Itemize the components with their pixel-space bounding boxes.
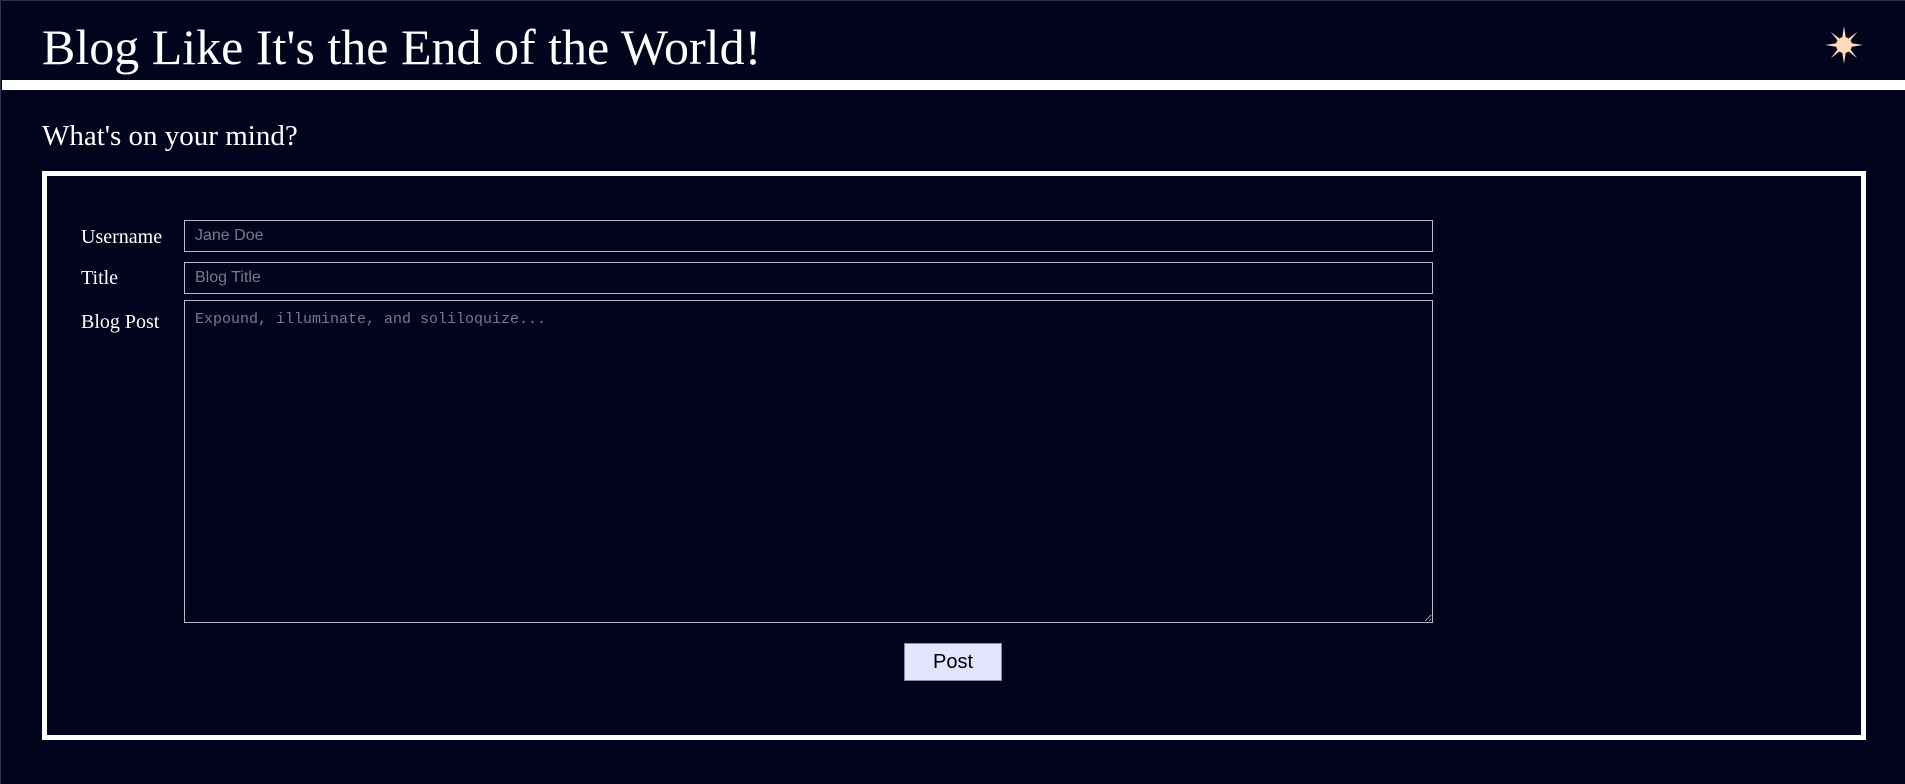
site-header: Blog Like It's the End of the World! <box>2 0 1905 90</box>
title-label: Title <box>81 267 119 289</box>
sun-icon <box>1825 26 1863 64</box>
blog-post-textarea[interactable] <box>184 300 1433 623</box>
username-label: Username <box>81 226 163 248</box>
title-input[interactable] <box>184 262 1433 294</box>
theme-toggle-button[interactable] <box>1824 25 1864 65</box>
username-input[interactable] <box>184 220 1433 252</box>
site-title: Blog Like It's the End of the World! <box>42 19 762 75</box>
blog-post-form: Username Title Blog Post Post <box>42 171 1866 740</box>
blog-post-label: Blog Post <box>81 311 160 333</box>
post-button[interactable]: Post <box>904 643 1002 681</box>
prompt-heading: What's on your mind? <box>42 120 298 152</box>
